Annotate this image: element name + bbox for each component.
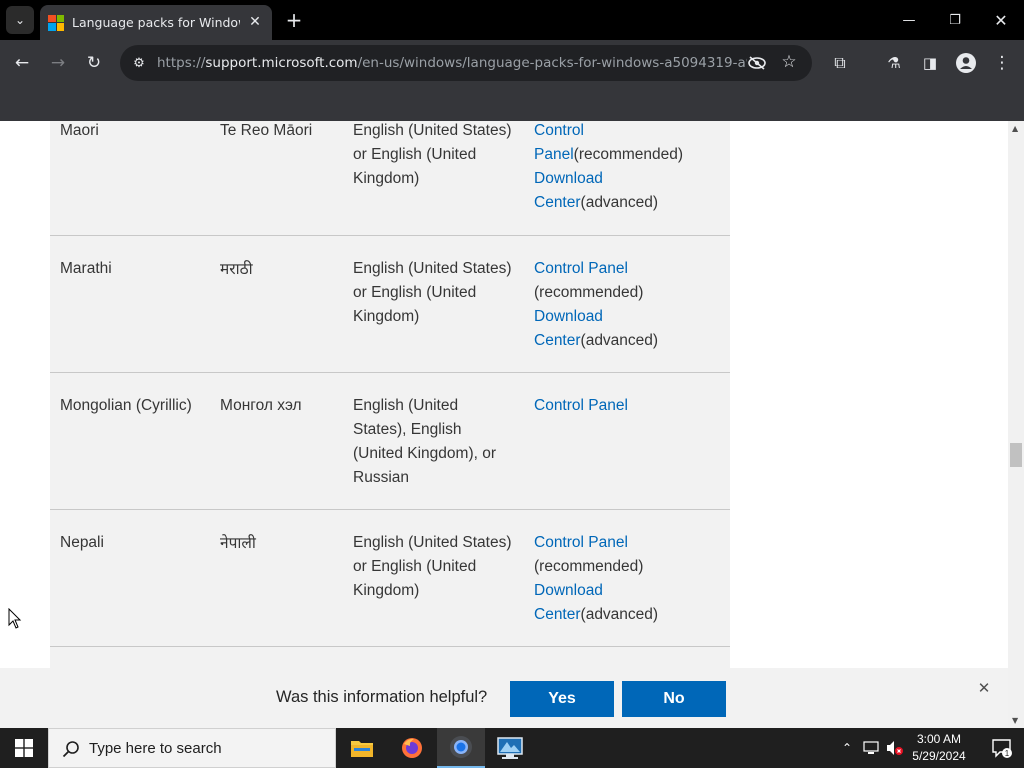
table-row: Mongolian (Cyrillic) Монгол хэл English …	[50, 373, 730, 510]
control-panel-link[interactable]: Control Panel	[534, 397, 628, 414]
search-placeholder: Type here to search	[89, 740, 222, 757]
table-row: Nepali नेपाली English (United States) or…	[50, 510, 730, 647]
url-scheme: https://	[157, 55, 206, 71]
tab-title: Language packs for Windows	[72, 15, 240, 30]
page-viewport: Maori Te Reo Māori English (United State…	[0, 121, 1008, 728]
feedback-bar: Was this information helpful? Yes No ✕	[0, 668, 1008, 728]
url-path: /en-us/windows/language-packs-for-window…	[357, 55, 747, 71]
native-name: मराठी	[220, 260, 253, 278]
tray-chevron-up-icon[interactable]: ⌃	[838, 728, 856, 768]
bookmark-star-icon[interactable]: ☆	[778, 51, 800, 73]
feedback-yes-button[interactable]: Yes	[510, 681, 614, 717]
windows-start-icon[interactable]	[0, 728, 48, 768]
download-options: Control Panel	[534, 394, 704, 418]
url-host: support.microsoft.com	[205, 55, 358, 71]
advanced-note: (advanced)	[580, 606, 659, 623]
minimize-icon[interactable]: —	[886, 0, 932, 40]
new-tab-icon[interactable]: +	[282, 8, 306, 32]
base-language: English (United States) or English (Unit…	[353, 260, 512, 325]
system-clock[interactable]: 3:00 AM 5/29/2024	[904, 731, 974, 765]
chrome-icon[interactable]	[437, 728, 485, 768]
recommended-note: (recommended)	[573, 146, 684, 163]
tracking-protection-eye-icon[interactable]	[746, 52, 768, 74]
feedback-close-icon[interactable]: ✕	[974, 678, 994, 698]
recommended-note: (recommended)	[534, 558, 644, 575]
scroll-up-arrow-icon[interactable]: ▲	[1012, 124, 1018, 133]
control-panel-link[interactable]: Control Panel	[534, 260, 628, 277]
language-name: Maori	[60, 122, 99, 139]
microsoft-logo-icon	[48, 14, 64, 31]
extensions-icon[interactable]: ⧉	[825, 48, 855, 78]
notification-count: 1	[1005, 749, 1010, 758]
table-row: Marathi मराठी English (United States) or…	[50, 236, 730, 373]
mouse-pointer-icon	[8, 607, 22, 634]
page-scrollbar[interactable]: ▲ ▼	[1008, 121, 1024, 728]
screen-app-icon[interactable]	[486, 728, 534, 768]
url-text[interactable]: https://support.microsoft.com/en-us/wind…	[157, 55, 747, 71]
network-icon[interactable]	[860, 728, 882, 768]
reload-icon[interactable]: ↻	[79, 48, 109, 78]
tab-close-icon[interactable]: ✕	[246, 13, 264, 31]
download-options: Control Panel (recommended) Download Cen…	[534, 257, 684, 353]
profile-avatar-icon[interactable]	[951, 48, 981, 78]
base-language: English (United States) or English (Unit…	[353, 534, 512, 599]
site-info-icon[interactable]: ⚙	[128, 52, 150, 74]
control-panel-link[interactable]: Control Panel	[534, 534, 628, 551]
clock-date: 5/29/2024	[912, 749, 966, 763]
tab-search-icon[interactable]: ⌄	[6, 6, 34, 34]
native-name: Te Reo Māori	[220, 122, 313, 139]
scroll-down-arrow-icon[interactable]: ▼	[1012, 716, 1018, 725]
forward-arrow-icon[interactable]: →	[43, 48, 73, 78]
feedback-no-button[interactable]: No	[622, 681, 726, 717]
notification-center-icon[interactable]: 1	[980, 728, 1024, 768]
clock-time: 3:00 AM	[916, 732, 962, 746]
chrome-menu-icon[interactable]: ⋮	[987, 48, 1017, 78]
native-name: नेपाली	[220, 534, 256, 552]
advanced-note: (advanced)	[580, 332, 659, 349]
search-icon	[61, 739, 81, 759]
taskbar-search-box[interactable]: Type here to search	[48, 728, 336, 768]
firefox-icon[interactable]	[388, 728, 436, 768]
recommended-note: (recommended)	[534, 284, 644, 301]
browser-titlebar: ⌄ Language packs for Windows ✕ + — ❐ ✕	[0, 0, 1024, 40]
bookmark-bar	[0, 86, 1024, 121]
windows-taskbar: Type here to search ⌃ 3:00 AM 5/29/2024 …	[0, 728, 1024, 768]
browser-tab[interactable]: Language packs for Windows ✕	[40, 5, 272, 40]
base-language: English (United States) or English (Unit…	[353, 122, 512, 187]
table-row: Maori Te Reo Māori English (United State…	[50, 121, 730, 236]
advanced-note: (advanced)	[580, 194, 659, 211]
native-name: Монгол хэл	[220, 397, 302, 414]
window-close-icon[interactable]: ✕	[978, 0, 1024, 40]
feedback-question: Was this information helpful?	[276, 688, 488, 706]
volume-muted-icon[interactable]	[884, 728, 906, 768]
language-name: Mongolian (Cyrillic)	[60, 397, 192, 414]
restore-icon[interactable]: ❐	[932, 0, 978, 40]
base-language: English (United States), English (United…	[353, 397, 497, 486]
labs-flask-icon[interactable]: ⚗	[879, 48, 909, 78]
download-options: Control Panel (recommended) Download Cen…	[534, 531, 684, 627]
scrollbar-thumb[interactable]	[1010, 443, 1022, 467]
download-options: Control Panel(recommended) Download Cent…	[534, 121, 704, 215]
address-bar[interactable]: ⚙ https://support.microsoft.com/en-us/wi…	[120, 45, 812, 81]
file-explorer-icon[interactable]	[338, 728, 386, 768]
language-name: Marathi	[60, 260, 112, 277]
language-name: Nepali	[60, 534, 104, 551]
back-arrow-icon[interactable]: ←	[7, 48, 37, 78]
side-panel-icon[interactable]: ◨	[915, 48, 945, 78]
